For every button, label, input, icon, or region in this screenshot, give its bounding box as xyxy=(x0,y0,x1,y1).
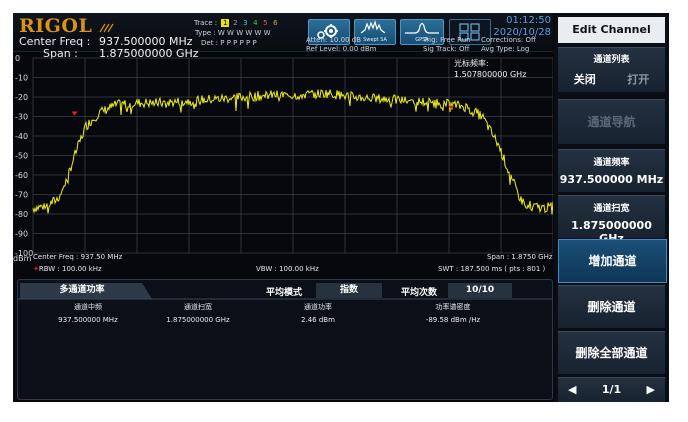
channel-freq-button[interactable]: 通道频率 937.500000 MHz xyxy=(558,149,665,192)
add-channel-button[interactable]: 增加通道 xyxy=(558,239,667,283)
next-page-icon[interactable]: ▶ xyxy=(647,378,655,402)
brand-logo: RIGOL xyxy=(19,15,93,37)
y-axis-labels: 0-10-20-30-40-50-60-70-80-90-100dBm xyxy=(13,54,33,263)
trace-row: Trace : 123456 xyxy=(194,19,279,27)
y-tick-label: -30 xyxy=(15,113,28,122)
channel-freq-value: 937.500000 MHz xyxy=(559,173,664,186)
type-values: W W W W W W xyxy=(217,29,271,37)
channel-list-toggle[interactable]: 通道列表 关闭 打开 xyxy=(558,47,665,92)
y-tick-label: -50 xyxy=(15,152,28,161)
page-indicator: 1/1 xyxy=(601,383,622,396)
trace-5[interactable]: 5 xyxy=(261,19,269,27)
y-tick-label: 0 xyxy=(15,54,20,63)
swept-sa-label: Swept SA xyxy=(363,37,387,43)
channel-list-title: 通道列表 xyxy=(593,55,630,65)
rbw-info: ✦RBW : 100.00 kHz xyxy=(33,265,102,273)
delete-all-channels-button[interactable]: 删除全部通道 xyxy=(558,331,665,374)
y-tick-label: -80 xyxy=(15,210,28,219)
prev-page-icon[interactable]: ◀ xyxy=(568,378,576,402)
plot-grid xyxy=(32,57,553,254)
det-row: Det : P P P P P P xyxy=(201,39,257,47)
col-header-channel-power: 通道功率 xyxy=(304,303,332,311)
det-label: Det : xyxy=(201,39,219,47)
col-header-channel-freq: 通道中频 xyxy=(74,303,102,311)
det-values: P P P P P P xyxy=(220,39,257,47)
avg-mode-select[interactable]: 指数 xyxy=(316,283,382,298)
bell-curve-icon xyxy=(405,22,439,34)
cell-channel-span: 1.875000000 GHz xyxy=(166,316,230,324)
page-navigator: ◀ 1/1 ▶ xyxy=(558,377,665,402)
y-tick-label: -70 xyxy=(15,191,28,200)
ref-level-info: Ref Level: 0.00 dBm xyxy=(306,45,377,53)
channel-list-off[interactable]: 关闭 xyxy=(574,71,596,87)
channel-list-on[interactable]: 打开 xyxy=(627,71,649,87)
trace-marker xyxy=(71,111,78,116)
vbw-info: VBW : 100.00 kHz xyxy=(256,265,319,273)
marker-label: 光标频率: xyxy=(454,59,489,68)
cell-power-density: -89.58 dBm /Hz xyxy=(425,316,481,324)
softkey-menu: Edit Channel 通道列表 关闭 打开 通道导航 通道频率 937.50… xyxy=(554,13,669,402)
avg-type-info: Avg Type: Log xyxy=(481,45,530,53)
cell-channel-freq: 937.500000 MHz xyxy=(58,316,118,324)
trace-6[interactable]: 6 xyxy=(271,19,279,27)
trace-4[interactable]: 4 xyxy=(251,19,259,27)
y-tick-label: -20 xyxy=(15,93,28,102)
channel-span-title: 通道扫宽 xyxy=(593,204,630,214)
y-tick-label: -90 xyxy=(15,230,28,239)
channel-span-button[interactable]: 通道扫宽 1.875000000 GHz xyxy=(558,195,665,245)
y-unit-label: dBm xyxy=(13,254,32,263)
trace-1[interactable]: 1 xyxy=(221,19,230,27)
center-freq-info: Center Freq : 937.50 MHz xyxy=(33,253,123,261)
menu-title: Edit Channel xyxy=(558,17,665,43)
col-header-power-density: 功率谱密度 xyxy=(435,303,471,311)
avg-count-label: 平均次数 xyxy=(401,288,438,298)
marker-value: 1.507800000 GHz xyxy=(454,70,527,79)
avg-count-field[interactable]: 10/10 xyxy=(448,283,512,298)
trace-3[interactable]: 3 xyxy=(241,19,249,27)
channel-nav-button[interactable]: 通道导航 xyxy=(558,99,665,144)
multi-channel-power-tab[interactable]: 多通道功率 xyxy=(24,282,140,298)
brand-mark-icon xyxy=(99,23,114,33)
sig-track-info: Sig Track: Off xyxy=(423,45,470,53)
span-info: Span : 1.8750 GHz xyxy=(487,253,553,261)
swt-info: SWT : 187.500 ms ( pts : 801 ) xyxy=(438,265,546,273)
cell-channel-power: 2.46 dBm xyxy=(301,316,335,324)
trig-info: Trig: Free Run xyxy=(423,36,471,44)
trace-2[interactable]: 2 xyxy=(231,19,239,27)
type-row: Type : W W W W W W xyxy=(195,29,271,37)
channel-freq-title: 通道频率 xyxy=(593,158,630,168)
analyzer-screen: RIGOL Center Freq : 937.500000 MHz Span … xyxy=(13,13,669,402)
delete-channel-button[interactable]: 删除通道 xyxy=(558,285,665,328)
measurement-panel: 多通道功率 平均模式 指数 平均次数 10/10 通道中频 通道扫宽 通道功率 … xyxy=(17,279,553,400)
spectrum-display[interactable]: Atten: 10.00 dB Ref Level: 0.00 dBm Trig… xyxy=(13,36,553,280)
atten-info: Atten: 10.00 dB xyxy=(306,36,361,44)
trace-label: Trace : xyxy=(194,19,218,27)
y-tick-label: -10 xyxy=(15,74,28,83)
status-bar: RIGOL Center Freq : 937.500000 MHz Span … xyxy=(13,13,553,60)
spectrum-plot[interactable]: 0-10-20-30-40-50-60-70-80-90-100dBm xyxy=(13,53,553,280)
clock-time: 01:12:50 xyxy=(506,15,551,26)
type-label: Type : xyxy=(195,29,216,37)
avg-mode-label: 平均模式 xyxy=(266,288,303,298)
corrections-info: Corrections: Off xyxy=(481,36,536,44)
y-tick-label: -40 xyxy=(15,132,28,141)
y-tick-label: -60 xyxy=(15,171,28,180)
col-header-channel-span: 通道扫宽 xyxy=(184,303,212,311)
swept-spectrum-icon xyxy=(360,19,386,34)
